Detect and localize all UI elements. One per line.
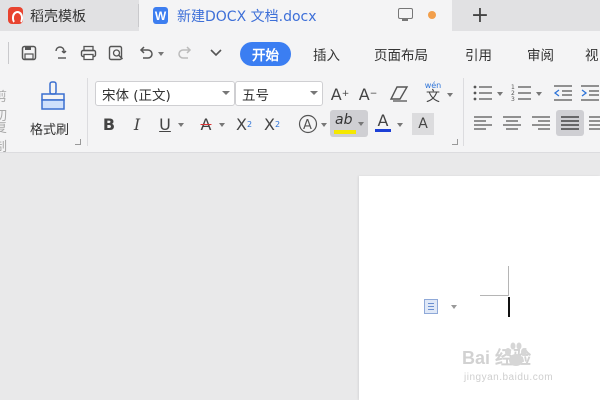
highlight-color-swatch xyxy=(334,130,356,134)
superscript-button[interactable]: X2 xyxy=(233,113,255,135)
bold-button[interactable]: B xyxy=(98,113,120,135)
save-icon[interactable] xyxy=(20,44,38,62)
unsaved-dot-icon xyxy=(428,11,436,19)
increase-indent-icon[interactable] xyxy=(580,84,600,102)
copy-button[interactable]: 复制 xyxy=(0,117,22,155)
subscript-button[interactable]: X2 xyxy=(261,113,283,135)
undo-dropdown-icon[interactable] xyxy=(158,52,164,56)
menu-page-layout[interactable]: 页面布局 xyxy=(374,42,428,66)
group-divider xyxy=(463,78,464,146)
distributed-align-icon[interactable] xyxy=(588,115,600,131)
margin-corner-mark xyxy=(508,266,509,296)
svg-text:3: 3 xyxy=(511,96,515,102)
print-preview-icon[interactable] xyxy=(107,44,125,62)
more-dropdown-icon[interactable] xyxy=(207,44,225,62)
justify-icon xyxy=(561,116,579,130)
paragraph-layout-icon[interactable] xyxy=(424,299,438,314)
font-size-value: 五号 xyxy=(242,87,269,104)
bullet-dropdown-icon[interactable] xyxy=(497,92,503,96)
shrink-font-icon[interactable]: A − xyxy=(357,83,379,105)
highlight-label: ab xyxy=(335,112,353,128)
print-icon[interactable] xyxy=(79,44,97,62)
tab-document-label: 新建DOCX 文档.docx xyxy=(177,8,317,25)
align-center-icon[interactable] xyxy=(502,115,522,131)
chevron-down-icon xyxy=(310,91,318,95)
strikethrough-button[interactable]: A xyxy=(195,113,217,135)
underline-dropdown-icon[interactable] xyxy=(178,123,184,127)
font-size-select[interactable]: 五号 xyxy=(235,81,323,106)
monitor-icon[interactable] xyxy=(398,8,413,21)
menu-insert[interactable]: 插入 xyxy=(313,42,340,66)
align-right-icon[interactable] xyxy=(531,115,551,131)
tab-docer[interactable]: 稻壳模板 xyxy=(0,0,138,31)
tab-bar: 稻壳模板 W 新建DOCX 文档.docx + xyxy=(0,0,600,31)
paragraph-layout-dropdown-icon[interactable] xyxy=(451,305,457,309)
chevron-down-icon xyxy=(222,91,230,95)
redo-icon[interactable] xyxy=(176,44,194,62)
paw-icon xyxy=(505,342,527,366)
font-color-dropdown-icon[interactable] xyxy=(397,123,403,127)
copy-label: 复制 xyxy=(0,121,8,155)
underline-button[interactable]: U xyxy=(154,113,176,135)
pinyin-glyph: 文 xyxy=(426,89,440,105)
superscript-label: X xyxy=(235,114,247,134)
font-family-select[interactable]: 宋体 (正文) xyxy=(95,81,235,106)
menu-home[interactable]: 开始 xyxy=(240,42,291,66)
font-color-swatch xyxy=(375,128,391,132)
text-effect-dropdown-icon[interactable] xyxy=(321,123,327,127)
new-tab-button[interactable]: + xyxy=(468,2,492,28)
decrease-indent-icon[interactable] xyxy=(553,84,573,102)
pinyin-dropdown-icon[interactable] xyxy=(447,93,453,97)
export-icon[interactable] xyxy=(52,44,70,62)
watermark-url: jingyan.baidu.com xyxy=(464,372,554,383)
format-painter-icon[interactable] xyxy=(40,81,66,111)
clear-format-icon[interactable] xyxy=(389,84,411,104)
margin-corner-mark xyxy=(480,295,508,296)
wps-writer-icon: W xyxy=(153,7,168,24)
align-left-icon[interactable] xyxy=(473,115,493,131)
quick-access-divider xyxy=(8,42,9,64)
tab-docer-label: 稻壳模板 xyxy=(30,8,86,25)
subscript-label: X xyxy=(263,114,275,134)
menu-references[interactable]: 引用 xyxy=(465,42,492,66)
group-divider xyxy=(87,78,88,146)
numbering-dropdown-icon[interactable] xyxy=(536,92,542,96)
highlight-button[interactable]: ab xyxy=(330,110,368,137)
justify-button[interactable] xyxy=(556,110,584,136)
grow-font-icon[interactable]: A + xyxy=(329,83,351,105)
font-color-label: A xyxy=(377,110,389,130)
undo-icon[interactable] xyxy=(137,44,155,62)
svg-text:A: A xyxy=(303,118,312,133)
font-color-button[interactable]: A xyxy=(372,111,394,133)
format-painter-label[interactable]: 格式刷 xyxy=(30,119,69,138)
char-shading-button[interactable]: A xyxy=(412,113,434,135)
menu-review[interactable]: 审阅 xyxy=(527,42,554,66)
docer-logo-icon xyxy=(8,7,23,24)
strikethrough-dropdown-icon[interactable] xyxy=(219,123,225,127)
font-launcher-icon[interactable] xyxy=(452,139,458,145)
clipboard-launcher-icon[interactable] xyxy=(75,139,81,145)
font-family-value: 宋体 (正文) xyxy=(102,87,171,104)
numbered-list-icon[interactable]: 123 xyxy=(511,84,533,103)
menu-view[interactable]: 视 xyxy=(585,42,599,66)
pinyin-guide-button[interactable]: wén 文 xyxy=(421,82,445,105)
bullet-list-icon[interactable] xyxy=(472,84,494,102)
italic-button[interactable]: I xyxy=(126,113,148,135)
baidu-watermark: Bai 经验 jingyan.baidu.com xyxy=(458,338,600,396)
highlight-dropdown-icon xyxy=(358,122,364,126)
text-cursor xyxy=(508,297,510,317)
text-effect-icon[interactable]: A xyxy=(297,114,319,134)
